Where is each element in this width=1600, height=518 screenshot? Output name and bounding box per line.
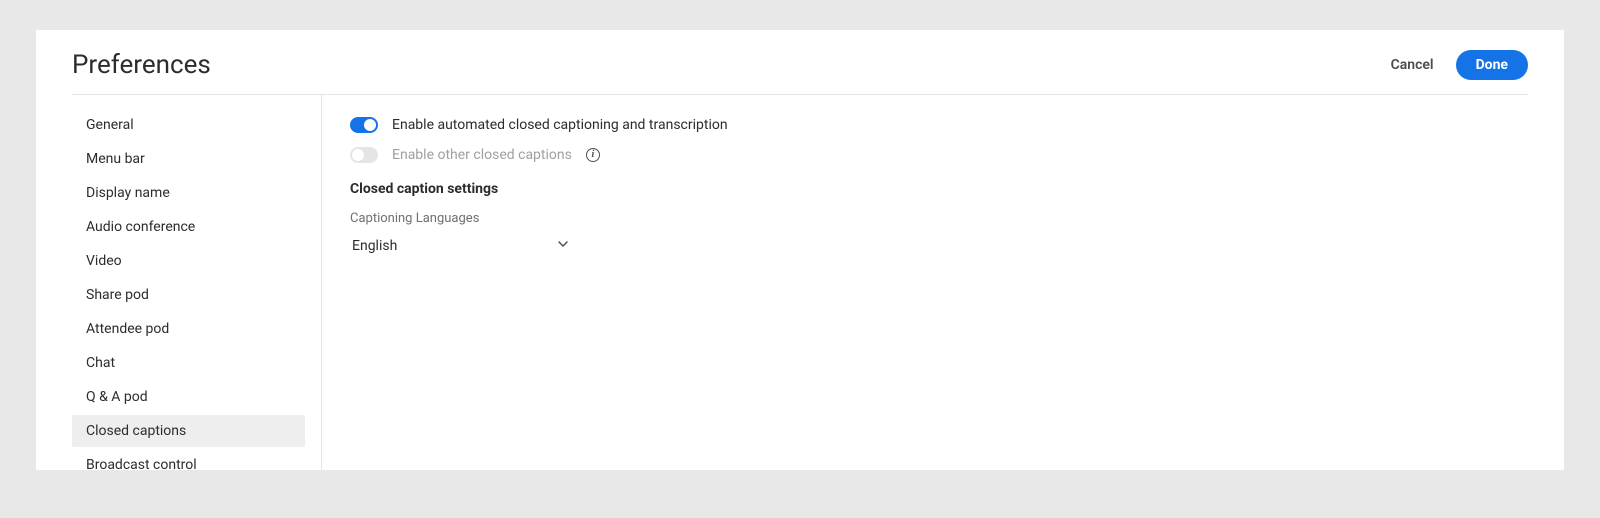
preferences-dialog: Preferences Cancel Done General Menu bar D…: [36, 30, 1564, 470]
sidebar-item-label: Display name: [86, 185, 170, 201]
sidebar-item-label: Audio conference: [86, 219, 195, 235]
header-actions: Cancel Done: [1391, 50, 1528, 80]
dialog-header: Preferences Cancel Done: [72, 50, 1528, 95]
sidebar-item-attendee-pod[interactable]: Attendee pod: [72, 313, 305, 345]
field-label-captioning-languages: Captioning Languages: [350, 211, 1528, 226]
sidebar-item-menu-bar[interactable]: Menu bar: [72, 143, 305, 175]
sidebar: General Menu bar Display name Audio confere…: [72, 95, 322, 470]
sidebar-item-display-name[interactable]: Display name: [72, 177, 305, 209]
sidebar-item-label: Q & A pod: [86, 389, 148, 405]
option-enable-auto-cc: Enable automated closed captioning and t…: [350, 117, 1528, 133]
dialog-body: General Menu bar Display name Audio confere…: [72, 95, 1528, 470]
toggle-label-other-cc: Enable other closed captions: [392, 147, 572, 163]
info-icon[interactable]: i: [586, 148, 600, 162]
sidebar-item-broadcast-control[interactable]: Broadcast control: [72, 449, 305, 470]
toggle-label-auto-cc: Enable automated closed captioning and t…: [392, 117, 728, 133]
sidebar-item-label: Share pod: [86, 287, 149, 303]
sidebar-item-audio-conference[interactable]: Audio conference: [72, 211, 305, 243]
option-enable-other-cc: Enable other closed captions i: [350, 147, 1528, 163]
sidebar-item-label: General: [86, 117, 134, 133]
sidebar-item-share-pod[interactable]: Share pod: [72, 279, 305, 311]
section-heading-cc-settings: Closed caption settings: [350, 181, 1528, 197]
dialog-title: Preferences: [72, 50, 211, 80]
content-panel: Enable automated closed captioning and t…: [322, 95, 1528, 470]
captioning-language-select[interactable]: English: [350, 234, 570, 258]
done-button[interactable]: Done: [1456, 50, 1528, 80]
toggle-enable-other-cc: [350, 147, 378, 163]
sidebar-item-label: Chat: [86, 355, 115, 371]
sidebar-item-label: Closed captions: [86, 423, 186, 439]
sidebar-item-closed-captions[interactable]: Closed captions: [72, 415, 305, 447]
sidebar-item-label: Menu bar: [86, 151, 145, 167]
toggle-enable-auto-cc[interactable]: [350, 117, 378, 133]
cancel-button[interactable]: Cancel: [1391, 57, 1434, 73]
sidebar-item-video[interactable]: Video: [72, 245, 305, 277]
sidebar-item-label: Broadcast control: [86, 457, 197, 470]
sidebar-item-label: Attendee pod: [86, 321, 169, 337]
select-value: English: [352, 238, 397, 254]
sidebar-item-label: Video: [86, 253, 122, 269]
sidebar-item-general[interactable]: General: [72, 109, 305, 141]
chevron-down-icon: [558, 241, 568, 251]
sidebar-item-chat[interactable]: Chat: [72, 347, 305, 379]
sidebar-item-q-a-pod[interactable]: Q & A pod: [72, 381, 305, 413]
